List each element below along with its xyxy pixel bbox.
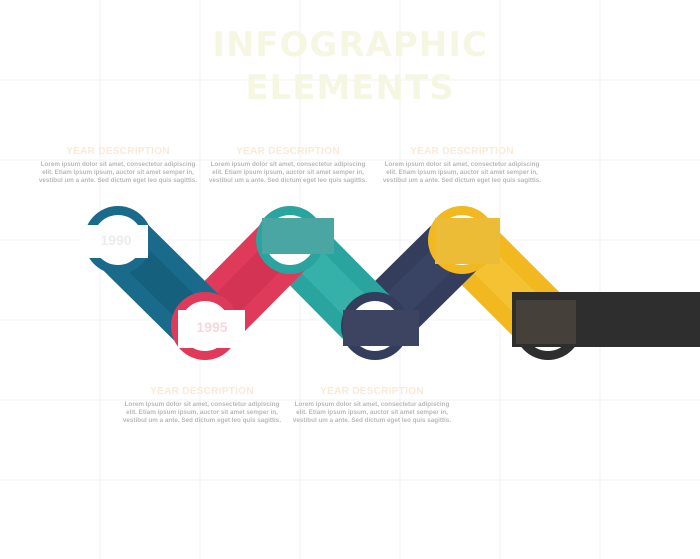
yellow-patch (435, 218, 500, 264)
dark-brown-patch (516, 300, 576, 344)
bottom-label-2: YEAR DESCRIPTION Lorem ipsum dolor sit a… (292, 386, 452, 426)
bottom-label-1-body: Lorem ipsum dolor sit amet, consectetur … (122, 401, 282, 425)
year-label-1990: 1990 (100, 232, 132, 248)
teal-patch (262, 218, 334, 254)
bottom-label-2-heading: YEAR DESCRIPTION (320, 386, 424, 397)
navy-patch (343, 310, 419, 346)
bottom-label-1-heading: YEAR DESCRIPTION (150, 386, 254, 397)
bottom-label-2-body: Lorem ipsum dolor sit amet, consectetur … (292, 401, 452, 425)
year-label-1995: 1995 (196, 319, 228, 335)
bottom-label-1: YEAR DESCRIPTION Lorem ipsum dolor sit a… (122, 386, 282, 426)
zigzag-ribbon (84, 206, 582, 360)
